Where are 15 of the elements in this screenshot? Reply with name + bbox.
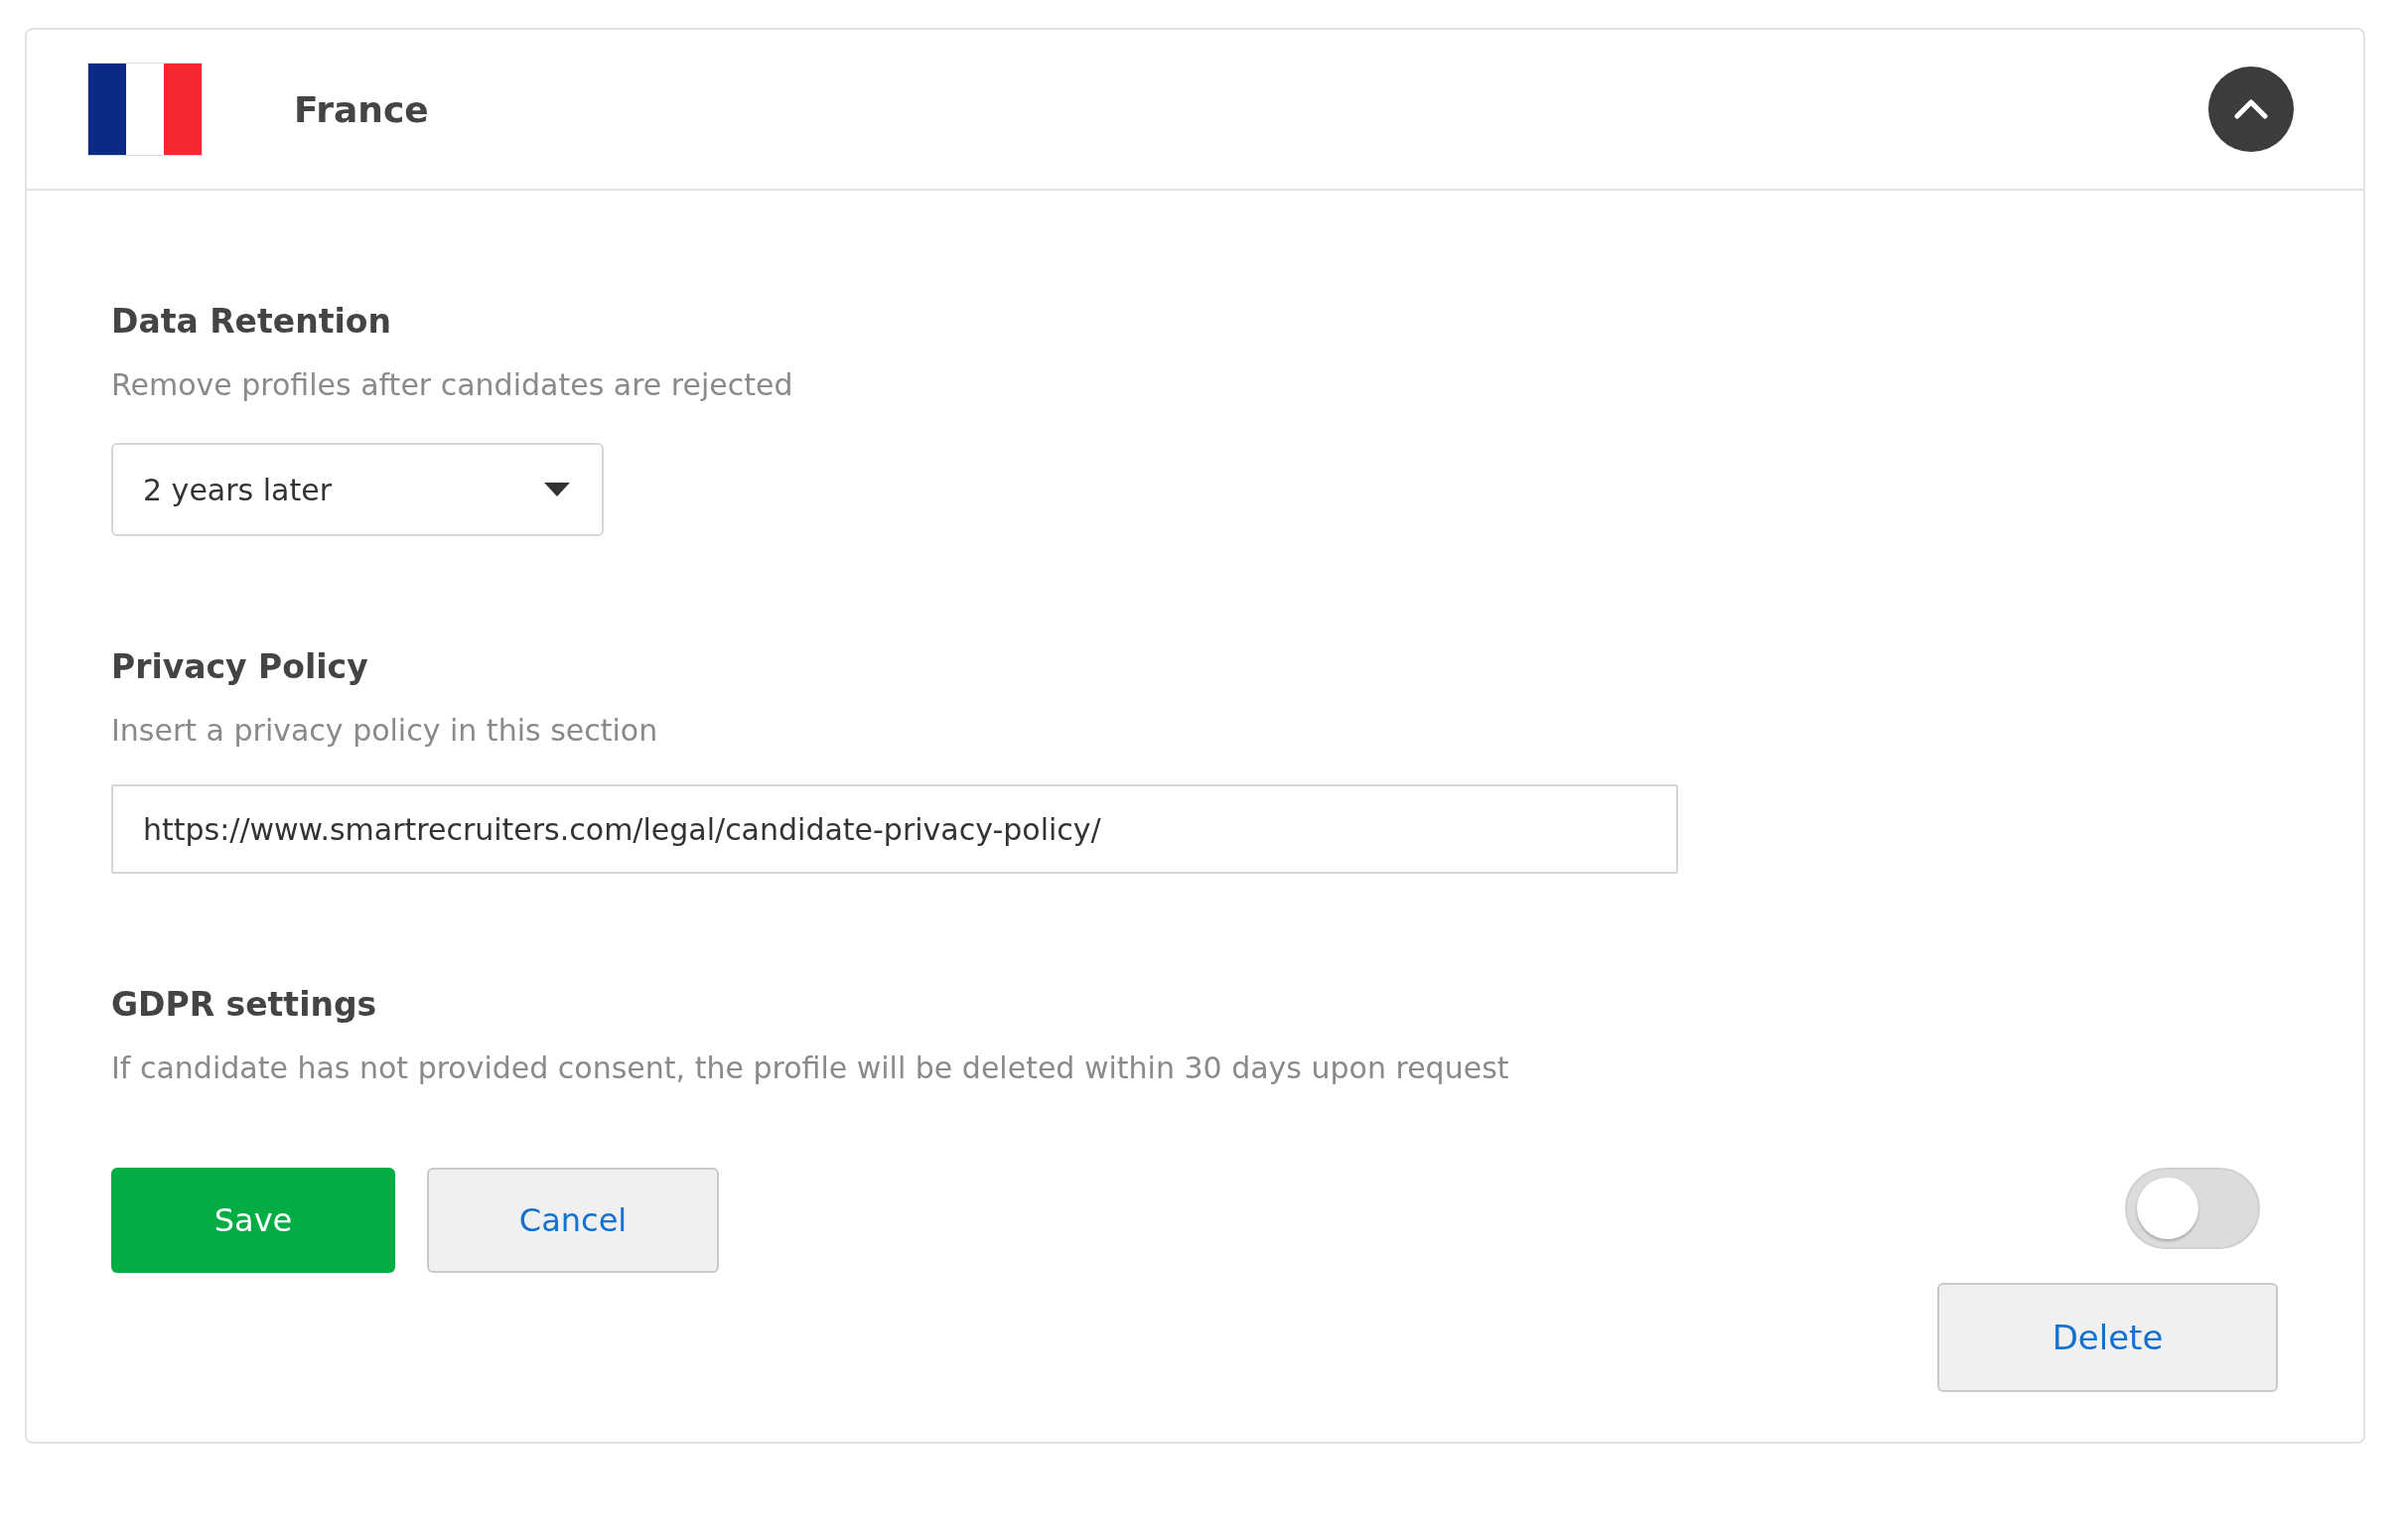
section-heading: Data Retention	[111, 301, 392, 343]
section-description: Remove profiles after candidates are rejected	[111, 366, 794, 404]
section-heading: Privacy Policy	[111, 646, 369, 688]
country-name: France	[294, 88, 430, 130]
dropdown[interactable]: 2 years later	[111, 443, 604, 536]
section-description: If candidate has not provided consent, the profile will be deleted within 30 days upon request	[111, 1050, 1510, 1087]
save-button[interactable]: Save	[111, 1168, 395, 1273]
caret-down-icon	[544, 483, 570, 496]
section-heading: GDPR settings	[111, 984, 378, 1026]
delete-button[interactable]: Delete	[1937, 1283, 2278, 1392]
url-field[interactable]: https://www.smartrecruiters.com/legal/candidate-privacy-policy/	[111, 784, 1678, 874]
chevron-up-icon	[2234, 99, 2268, 119]
flag-icon	[87, 63, 203, 156]
section-description: Insert a privacy policy in this section	[111, 712, 659, 750]
cancel-button[interactable]: Cancel	[427, 1168, 719, 1273]
